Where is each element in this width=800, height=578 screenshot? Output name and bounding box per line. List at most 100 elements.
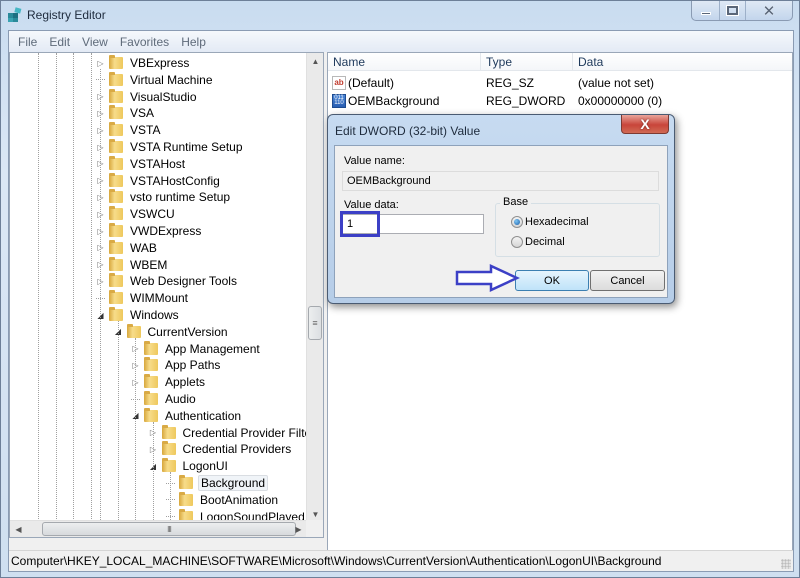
ok-button[interactable]: OK [515, 270, 589, 291]
folder-icon [144, 357, 158, 372]
base-label: Base [500, 196, 532, 208]
expand-arrow-icon[interactable]: ▷ [96, 59, 105, 68]
pointer-arrow-icon [455, 264, 520, 292]
tree-item[interactable]: ▷ WBEM [96, 256, 169, 273]
tree-item[interactable]: ▷ VSTA Runtime Setup [96, 139, 245, 155]
tree-item[interactable]: ▷ Applets [131, 374, 207, 390]
tree-item[interactable]: ▷ VSTA [96, 122, 162, 138]
tree-item-label: WBEM [130, 257, 168, 272]
tree-item-label: vsto runtime Setup [130, 190, 231, 205]
scroll-up-arrow-icon[interactable]: ▲ [307, 53, 323, 70]
value-name-field: OEMBackground [342, 171, 659, 191]
base-groupbox [495, 203, 660, 257]
radio-decimal[interactable]: Decimal [511, 236, 565, 248]
tree-rows: ▷ VBExpress Virtual Machine ▷ VisualStudio ▷ V… [10, 53, 307, 523]
tree-item-label: WIMMount [130, 291, 189, 306]
close-icon: ✕ [762, 2, 776, 20]
tree-item[interactable]: Audio [131, 391, 198, 407]
tree-item-label: BootAnimation [200, 492, 279, 507]
tree-item[interactable]: ◢ Authentication [131, 407, 243, 424]
close-button[interactable]: ✕ [746, 1, 792, 20]
tree-vertical-scrollbar[interactable]: ▲ ≡ ▼ [306, 53, 323, 523]
menu-view[interactable]: View [76, 35, 114, 49]
tree-item[interactable]: Background [166, 475, 269, 491]
tree-guide-line [170, 472, 171, 523]
tree-item[interactable]: ▷ App Paths [131, 357, 222, 373]
value-data: (value not set) [578, 75, 655, 90]
tree-item[interactable]: ◢ Windows [96, 307, 181, 323]
tree-item-label: VSTA Runtime Setup [130, 140, 243, 154]
folder-icon [161, 458, 176, 473]
tree-item[interactable]: ▷ VSWCU [96, 206, 177, 222]
value-data-highlight [340, 211, 380, 237]
tree-item[interactable]: WIMMount [96, 290, 190, 306]
radio-label: Decimal [525, 236, 565, 248]
tree-item[interactable]: ▷ App Management [131, 340, 262, 357]
minimize-icon [700, 12, 711, 15]
tree-horizontal-scrollbar[interactable]: ◀ III ▶ [10, 520, 307, 537]
folder-icon [109, 155, 123, 170]
tree-item[interactable]: ▷ Credential Providers [149, 441, 294, 457]
tree-item[interactable]: ▷ VSTAHost [96, 155, 187, 172]
tree-item-label: CurrentVersion [147, 324, 228, 339]
scroll-right-arrow-icon[interactable]: ▶ [290, 521, 307, 537]
tree-item[interactable]: ▷ WAB [96, 239, 159, 256]
list-row-default[interactable]: ab (Default) REG_SZ (value not set) [328, 74, 792, 91]
horizontal-scroll-thumb[interactable]: III [42, 522, 296, 536]
tree-item[interactable]: ▷ VSTAHostConfig [96, 172, 222, 189]
tree-guide-line [55, 53, 57, 523]
column-header-type[interactable]: Type [481, 53, 573, 71]
list-row-oembackground[interactable]: 011 110 OEMBackground REG_DWORD 0x0000000… [328, 92, 792, 109]
tree-item[interactable]: ▷Credential Provider Filters [149, 424, 307, 441]
tree-item-label: VSTA [130, 123, 161, 138]
tree-item-label: Windows [130, 308, 179, 322]
tree-item-label: Applets [165, 375, 206, 390]
maximize-button[interactable] [720, 1, 746, 20]
tree-item[interactable]: ▷ VBExpress [96, 55, 191, 71]
minimize-button[interactable] [692, 1, 720, 20]
maximize-icon [727, 6, 738, 15]
tree-guide-line [117, 321, 119, 523]
folder-icon [179, 491, 193, 506]
tree-item[interactable]: ◢ LogonUI [149, 458, 230, 474]
menu-help[interactable]: Help [175, 35, 212, 49]
folder-icon [109, 139, 123, 153]
menu-edit[interactable]: Edit [43, 35, 76, 49]
tree-item[interactable]: ▷ VWDExpress [96, 223, 203, 239]
tree-item[interactable]: ▷ VisualStudio [96, 88, 199, 105]
value-type: REG_SZ [486, 75, 535, 90]
vertical-scroll-thumb[interactable]: ≡ [308, 306, 322, 340]
tree-guide-line [152, 421, 154, 523]
folder-icon [109, 239, 123, 254]
title-bar: Registry Editor ✕ [1, 1, 799, 29]
column-header-name[interactable]: Name [328, 53, 481, 71]
folder-icon [144, 391, 158, 405]
caption-buttons: ✕ [691, 1, 793, 21]
radio-hexadecimal[interactable]: Hexadecimal [511, 216, 589, 228]
tree-item[interactable]: ▷ Web Designer Tools [96, 273, 239, 289]
folder-icon [109, 256, 123, 271]
folder-icon [109, 71, 123, 86]
resize-grip-icon[interactable] [781, 559, 791, 569]
column-header-data[interactable]: Data [573, 53, 792, 71]
radio-unchecked-icon [511, 236, 523, 248]
tree-item-label: App Paths [165, 358, 221, 373]
cancel-button[interactable]: Cancel [590, 270, 665, 291]
tree-guide-line [73, 53, 74, 523]
menu-favorites[interactable]: Favorites [114, 35, 175, 49]
tree-item[interactable]: BootAnimation [166, 491, 280, 508]
string-value-icon: ab [332, 75, 346, 90]
dialog-title: Edit DWORD (32-bit) Value [335, 124, 481, 138]
menu-file[interactable]: File [12, 35, 43, 49]
folder-icon [109, 172, 123, 187]
folder-icon [109, 273, 123, 288]
tree-item[interactable]: ◢ CurrentVersion [114, 323, 230, 340]
tree-item[interactable]: ▷ VSA [96, 105, 156, 121]
radio-checked-icon [511, 216, 523, 228]
scroll-left-arrow-icon[interactable]: ◀ [10, 521, 27, 537]
close-icon: X [640, 116, 650, 132]
dialog-close-button[interactable]: X [621, 115, 669, 134]
folder-icon [109, 105, 123, 120]
tree-item[interactable]: Virtual Machine [96, 71, 215, 88]
tree-item[interactable]: ▷ vsto runtime Setup [96, 189, 232, 205]
